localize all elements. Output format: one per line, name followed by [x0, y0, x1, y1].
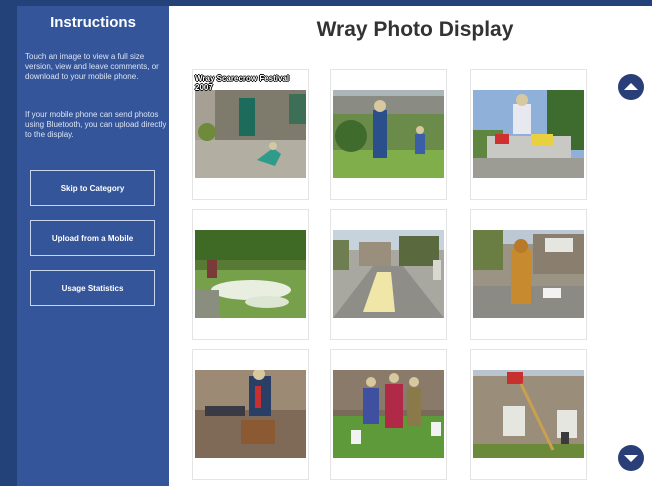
sidebar-title: Instructions — [50, 14, 136, 31]
instructions-sidebar: Instructions Touch an image to view a fu… — [17, 6, 169, 486]
photo-thumbnail[interactable] — [330, 209, 447, 340]
photo-thumbnail[interactable] — [470, 209, 587, 340]
scroll-down-button[interactable] — [618, 445, 644, 471]
photo-thumbnail[interactable] — [470, 349, 587, 480]
left-edge-bar — [0, 0, 17, 486]
photo-caption: Wray Scarecrow Festival 2007 — [195, 74, 290, 92]
skip-to-category-button[interactable]: Skip to Category — [30, 170, 155, 206]
photo-image — [473, 230, 584, 318]
usage-statistics-button[interactable]: Usage Statistics — [30, 270, 155, 306]
page-title: Wray Photo Display — [316, 18, 514, 41]
chevron-up-icon — [624, 83, 638, 90]
scroll-up-button[interactable] — [618, 74, 644, 100]
instructions-text-touch: Touch an image to view a full size versi… — [25, 52, 159, 81]
instructions-text-bluetooth: If your mobile phone can send photos usi… — [25, 110, 167, 139]
photo-thumbnail[interactable] — [330, 349, 447, 480]
photo-image — [473, 370, 584, 458]
photo-thumbnail[interactable] — [192, 349, 309, 480]
photo-image — [333, 90, 444, 178]
chevron-down-icon — [624, 455, 638, 462]
photo-thumbnail[interactable] — [330, 69, 447, 200]
photo-image — [195, 230, 306, 318]
photo-image — [473, 90, 584, 178]
photo-thumbnail[interactable]: Wray Scarecrow Festival 2007 — [192, 69, 309, 200]
photo-image — [333, 370, 444, 458]
upload-from-mobile-button[interactable]: Upload from a Mobile — [30, 220, 155, 256]
photo-thumbnail[interactable] — [470, 69, 587, 200]
photo-image — [333, 230, 444, 318]
photo-image — [195, 370, 306, 458]
photo-image — [195, 90, 306, 178]
photo-thumbnail[interactable] — [192, 209, 309, 340]
